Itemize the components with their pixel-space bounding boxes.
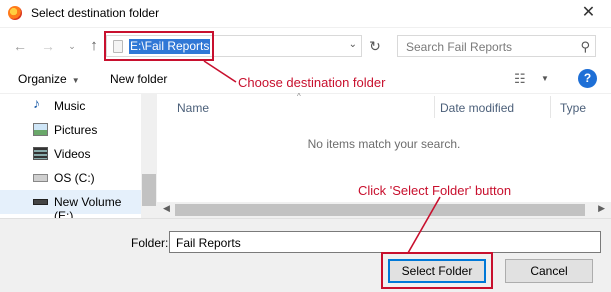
sidebar-item-label: Videos [54, 147, 91, 161]
column-header-type[interactable]: Type [560, 101, 586, 115]
organize-label: Organize [18, 72, 67, 86]
refresh-icon[interactable]: ↻ [366, 36, 384, 56]
file-list-pane: ^ Name Date modified Type No items match… [157, 92, 611, 218]
dialog-footer: Folder: Fail Reports Select Folder Cance… [0, 218, 611, 292]
cancel-button[interactable]: Cancel [505, 259, 593, 283]
navigation-pane: ♪ Music Pictures Videos OS (C:) New Volu… [0, 94, 157, 223]
annotation-click-select: Click 'Select Folder' button [358, 183, 512, 198]
sort-caret-icon: ^ [297, 92, 301, 101]
column-header-name[interactable]: Name [177, 101, 209, 115]
sidebar-item-label: Music [54, 99, 86, 113]
sidebar-item-label: Pictures [54, 123, 98, 137]
column-divider[interactable] [434, 96, 435, 118]
scroll-left-icon[interactable]: ◀ [163, 203, 170, 214]
window-title: Select destination folder [31, 6, 160, 20]
sidebar-item-os-c[interactable]: OS (C:) [0, 166, 141, 190]
folder-label: Folder: [131, 236, 169, 250]
sidebar-item-pictures[interactable]: Pictures [0, 118, 141, 142]
sidebar-item-videos[interactable]: Videos [0, 142, 141, 166]
drive-icon [33, 199, 48, 205]
caret-down-icon[interactable]: ▼ [541, 74, 549, 83]
recent-locations-chevron-icon[interactable]: ⌄ [62, 36, 82, 56]
sidebar-item-new-volume-e[interactable]: New Volume (E:) [0, 190, 141, 223]
folder-name-field[interactable]: Fail Reports [169, 231, 601, 253]
column-header-row: ^ Name Date modified Type [157, 92, 611, 120]
annotation-choose-folder: Choose destination folder [238, 75, 386, 90]
search-placeholder: Search Fail Reports [406, 40, 513, 54]
column-divider[interactable] [550, 96, 551, 118]
up-arrow-icon[interactable]: ↑ [84, 36, 104, 56]
pictures-icon [33, 123, 48, 136]
sidebar-scrollbar[interactable] [141, 94, 157, 218]
forward-arrow-icon[interactable]: → [38, 36, 58, 56]
view-options-icon[interactable]: ☷ [514, 71, 526, 87]
close-button[interactable]: ✕ [566, 0, 611, 28]
scrollbar-thumb[interactable] [175, 204, 585, 216]
music-icon: ♪ [33, 95, 40, 111]
scroll-right-icon[interactable]: ▶ [598, 203, 605, 214]
column-header-date-modified[interactable]: Date modified [440, 101, 514, 115]
new-folder-button[interactable]: New folder [110, 72, 167, 86]
sidebar-item-music[interactable]: ♪ Music [0, 94, 141, 118]
search-input[interactable]: Search Fail Reports ⚲ [397, 35, 596, 57]
annotation-highlight-select-button [381, 252, 493, 289]
organize-button[interactable]: Organize ▼ [18, 72, 80, 86]
empty-message: No items match your search. [307, 137, 461, 151]
search-icon[interactable]: ⚲ [580, 39, 590, 55]
title-bar: Select destination folder ✕ [0, 0, 611, 28]
folder-name-value: Fail Reports [176, 236, 241, 250]
firefox-icon [8, 6, 22, 20]
chevron-down-icon[interactable]: ⌄ [349, 39, 357, 50]
scrollbar-thumb[interactable] [142, 174, 156, 206]
caret-down-icon: ▼ [71, 76, 80, 85]
back-arrow-icon[interactable]: ← [10, 36, 30, 56]
horizontal-scrollbar[interactable]: ◀ ▶ [157, 202, 611, 218]
videos-icon [33, 147, 48, 160]
help-icon[interactable]: ? [578, 69, 597, 88]
sidebar-item-label: OS (C:) [54, 171, 95, 185]
drive-icon [33, 174, 48, 182]
annotation-highlight-address [104, 31, 214, 61]
